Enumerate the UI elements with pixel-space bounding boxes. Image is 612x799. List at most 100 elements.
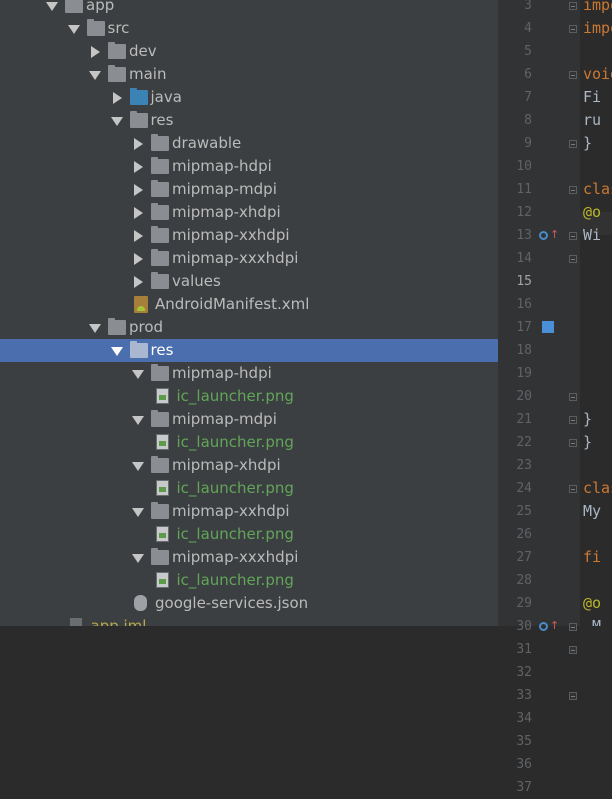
tree-folder-item[interactable]: res: [0, 339, 498, 362]
fold-marker-icon[interactable]: [569, 692, 577, 700]
fold-marker-icon[interactable]: [569, 623, 577, 631]
fold-marker-icon[interactable]: [569, 439, 577, 447]
expand-arrow-down-icon[interactable]: [110, 339, 123, 362]
code-line[interactable]: void: [583, 63, 612, 86]
expand-arrow-right-icon[interactable]: [132, 155, 144, 178]
code-line[interactable]: Wi: [583, 224, 601, 247]
tree-item-label: mipmap-xxxhdpi: [172, 249, 299, 267]
line-number: 13: [516, 228, 532, 243]
expand-arrow-down-icon[interactable]: [132, 454, 144, 477]
fold-marker-icon[interactable]: [569, 186, 577, 194]
fold-marker-icon[interactable]: [569, 140, 577, 148]
expand-arrow-down-icon[interactable]: [110, 109, 123, 132]
line-number: 21: [516, 412, 532, 427]
tree-folder-item[interactable]: mipmap-xxhdpi: [0, 500, 498, 523]
code-line[interactable]: clas: [583, 178, 612, 201]
tree-folder-item[interactable]: mipmap-xhdpi: [0, 201, 498, 224]
folder-icon: [108, 42, 126, 59]
tree-item-label: res: [150, 111, 174, 129]
expand-arrow-down-icon[interactable]: [46, 0, 58, 17]
folder-icon: [151, 180, 169, 197]
expand-arrow-down-icon[interactable]: [132, 362, 144, 385]
fold-marker-icon[interactable]: [569, 25, 577, 33]
tree-folder-item[interactable]: mipmap-xxhdpi: [0, 224, 498, 247]
tree-file-item[interactable]: app.iml: [0, 615, 498, 626]
expand-arrow-down-icon[interactable]: [132, 408, 144, 431]
override-arrow-icon[interactable]: ↑: [550, 229, 559, 240]
code-line[interactable]: My: [583, 500, 601, 523]
fold-marker-icon[interactable]: [569, 646, 577, 654]
fold-marker-icon[interactable]: [569, 485, 577, 493]
fold-marker-icon[interactable]: [569, 2, 577, 10]
tree-folder-item[interactable]: dev: [0, 40, 498, 63]
override-method-icon[interactable]: [539, 622, 548, 631]
expand-arrow-right-icon[interactable]: [132, 201, 144, 224]
expand-arrow-down-icon[interactable]: [132, 546, 144, 569]
tree-folder-item[interactable]: mipmap-mdpi: [0, 408, 498, 431]
expand-arrow-down-icon[interactable]: [67, 17, 80, 40]
expand-arrow-right-icon[interactable]: [111, 86, 123, 109]
tree-item-label: java: [150, 88, 182, 106]
code-line[interactable]: clas: [583, 477, 612, 500]
tree-folder-item[interactable]: mipmap-xxxhdpi: [0, 247, 498, 270]
code-line[interactable]: @o: [583, 592, 601, 615]
code-line[interactable]: Fi: [583, 86, 601, 109]
tree-file-item[interactable]: ic_launcher.png: [0, 477, 498, 500]
code-editor[interactable]: impoimpovoid Fi ru}clas @o Wi }}clas My …: [580, 0, 612, 626]
expand-arrow-right-icon[interactable]: [132, 132, 144, 155]
expand-arrow-right-icon[interactable]: [89, 40, 101, 63]
tree-folder-item[interactable]: src: [0, 17, 498, 40]
tree-item-label: mipmap-xhdpi: [172, 456, 281, 474]
fold-marker-icon[interactable]: [569, 71, 577, 79]
tree-file-item[interactable]: ic_launcher.png: [0, 431, 498, 454]
tree-file-item[interactable]: google-services.json: [0, 592, 498, 615]
override-method-icon[interactable]: [539, 231, 548, 240]
tree-file-item[interactable]: AndroidManifest.xml: [0, 293, 498, 316]
line-number: 31: [516, 642, 532, 657]
expand-arrow-right-icon[interactable]: [132, 270, 144, 293]
expand-arrow-right-icon[interactable]: [132, 247, 144, 270]
tree-folder-item[interactable]: values: [0, 270, 498, 293]
tree-file-item[interactable]: ic_launcher.png: [0, 385, 498, 408]
expand-arrow-right-icon[interactable]: [132, 178, 144, 201]
tree-folder-item[interactable]: java: [0, 86, 498, 109]
tree-folder-item[interactable]: mipmap-hdpi: [0, 155, 498, 178]
expand-arrow-right-icon[interactable]: [132, 224, 144, 247]
tree-item-label: res: [150, 341, 174, 359]
tree-folder-item[interactable]: mipmap-mdpi: [0, 178, 498, 201]
tree-folder-item[interactable]: drawable: [0, 132, 498, 155]
code-line[interactable]: }: [583, 431, 592, 454]
folder-icon: [151, 456, 169, 473]
fold-marker-icon[interactable]: [569, 255, 577, 263]
tree-folder-item[interactable]: res: [0, 109, 498, 132]
code-line[interactable]: impo: [583, 0, 612, 17]
code-line[interactable]: }: [583, 408, 592, 431]
code-line[interactable]: }: [583, 132, 592, 155]
code-line[interactable]: _M: [583, 615, 601, 626]
tree-file-item[interactable]: ic_launcher.png: [0, 523, 498, 546]
tree-file-item[interactable]: ic_launcher.png: [0, 569, 498, 592]
tree-item-label: google-services.json: [155, 594, 309, 612]
line-number: 15: [516, 274, 532, 289]
tree-folder-item[interactable]: mipmap-xhdpi: [0, 454, 498, 477]
tree-folder-item[interactable]: app: [0, 0, 498, 17]
fold-marker-icon[interactable]: [569, 416, 577, 424]
folder-icon: [108, 65, 126, 82]
fold-marker-icon[interactable]: [569, 393, 577, 401]
line-number: 10: [516, 159, 532, 174]
line-number: 30: [516, 619, 532, 634]
tree-folder-item[interactable]: mipmap-xxxhdpi: [0, 546, 498, 569]
expand-arrow-down-icon[interactable]: [132, 500, 144, 523]
fold-marker-icon[interactable]: [569, 232, 577, 240]
code-line[interactable]: fi: [583, 546, 601, 569]
image-file-icon: [155, 480, 169, 496]
code-line[interactable]: impo: [583, 17, 612, 40]
expand-arrow-down-icon[interactable]: [89, 63, 101, 86]
tree-folder-item[interactable]: main: [0, 63, 498, 86]
code-line[interactable]: ru: [583, 109, 601, 132]
tree-folder-item[interactable]: mipmap-hdpi: [0, 362, 498, 385]
tree-folder-item[interactable]: prod: [0, 316, 498, 339]
breakpoint-icon[interactable]: [542, 321, 554, 333]
expand-arrow-down-icon[interactable]: [89, 316, 101, 339]
code-line[interactable]: @o: [583, 201, 601, 224]
